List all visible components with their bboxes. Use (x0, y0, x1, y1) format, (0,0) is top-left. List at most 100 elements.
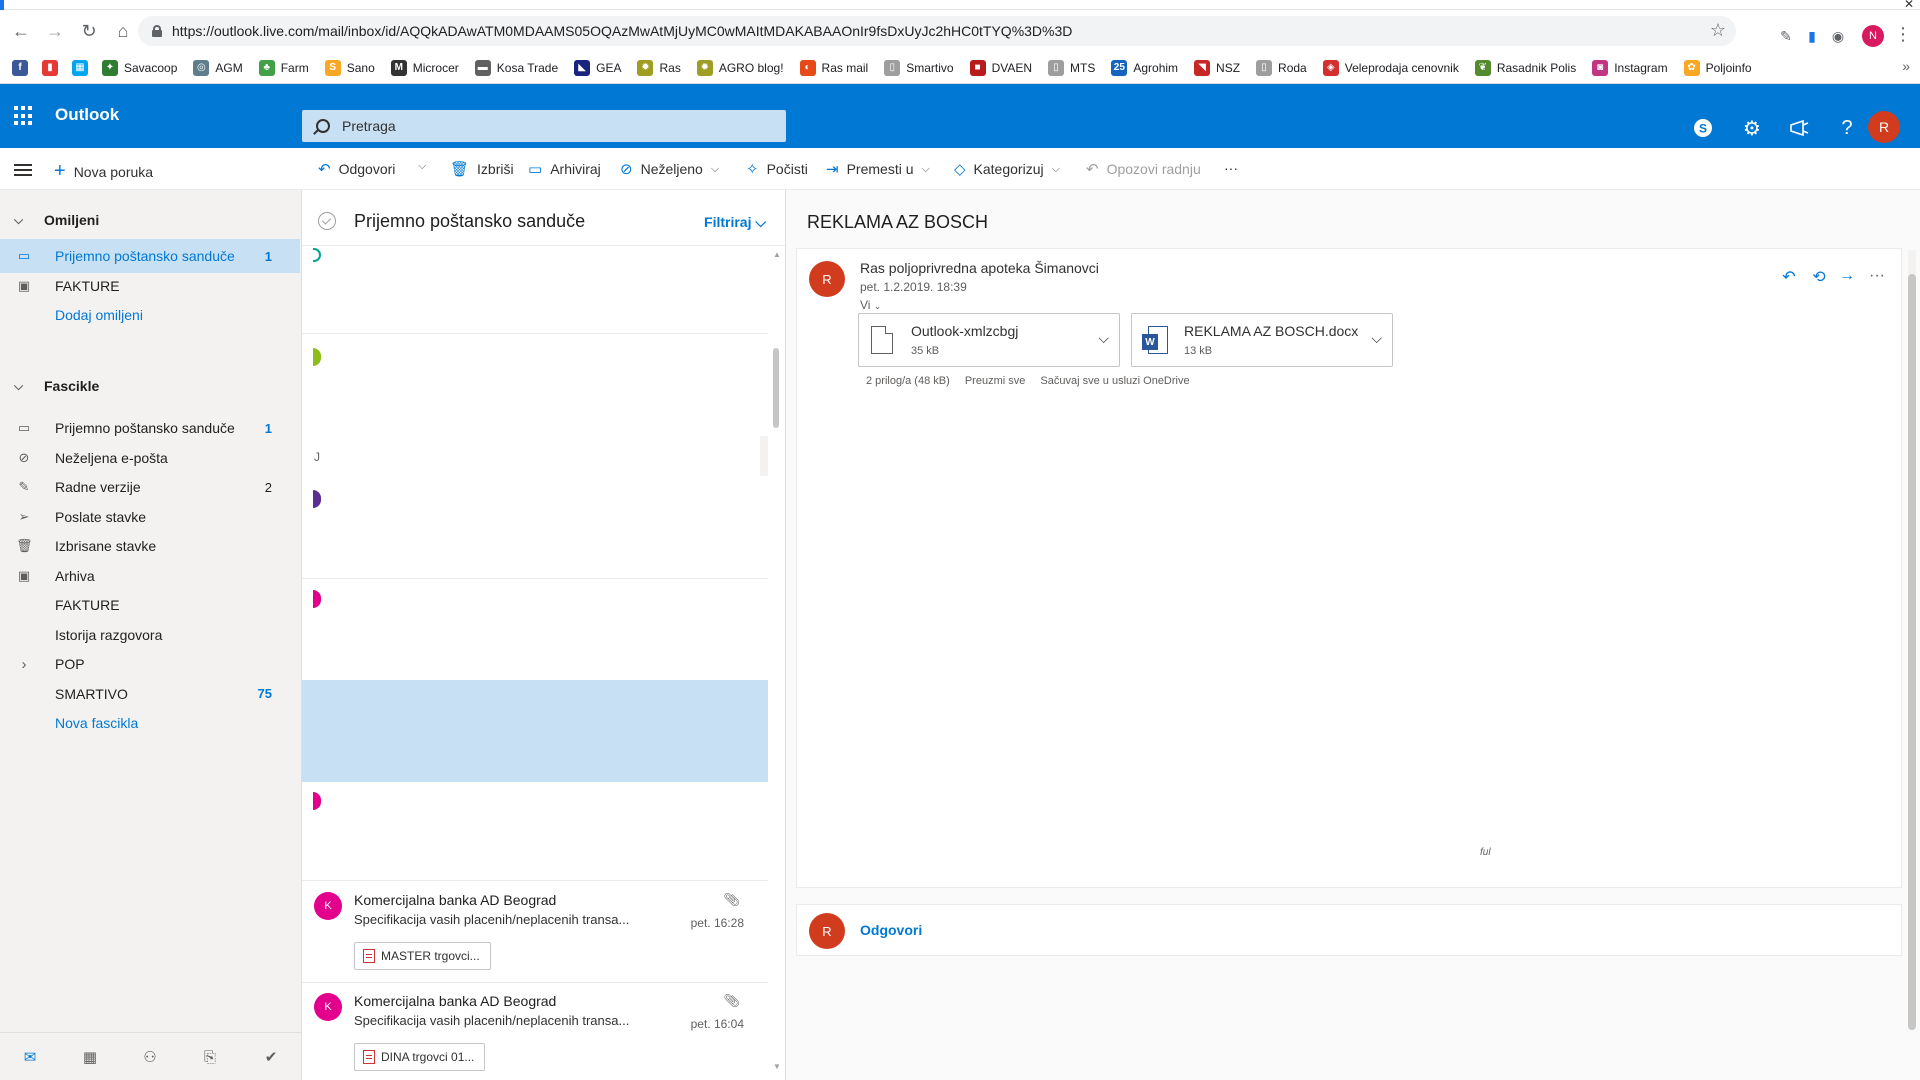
bookmark-item[interactable]: ♣ Farm (258, 59, 309, 76)
menu-hamburger-icon[interactable] (14, 164, 32, 176)
sweep-button[interactable]: ✧ Počisti (746, 160, 808, 178)
message-row[interactable]: K Komercijalna banka AD Beograd 📎︎ Specifik… (302, 983, 768, 1080)
bookmark-item[interactable]: ✿ Poljoinfo (1683, 59, 1752, 76)
search-box[interactable]: Pretraga (302, 110, 786, 142)
reply-icon[interactable]: ↶ (1779, 267, 1799, 287)
bookmark-item[interactable]: M Microcer (390, 59, 459, 76)
nav-folder-item[interactable]: ▣ Arhiva (0, 561, 300, 591)
list-scrollbar-thumb[interactable] (773, 348, 779, 428)
selected-message-row[interactable] (302, 680, 768, 782)
attachment-chip[interactable]: MASTER trgovci... (354, 942, 491, 970)
sender-name[interactable]: Ras poljoprivredna apoteka Šimanovci (860, 260, 1099, 276)
nav-folder-item[interactable]: ▭ Prijemno poštansko sanduče 1 (0, 413, 300, 443)
forward-icon[interactable]: → (42, 18, 68, 44)
attachment-icon[interactable]: ⎘ (200, 1047, 220, 1067)
nav-folder-item[interactable]: FAKTURE (0, 590, 300, 620)
reading-scrollbar-thumb[interactable] (1908, 274, 1916, 1030)
more-bookmarks-icon[interactable]: » (1902, 58, 1910, 74)
bookmark-item[interactable]: f (12, 59, 34, 76)
quick-reply-card[interactable]: R Odgovori (796, 904, 1902, 956)
select-all-checkbox[interactable] (318, 212, 336, 230)
forward-icon[interactable]: → (1837, 267, 1857, 285)
calendar-icon[interactable]: ▦ (80, 1047, 100, 1067)
bookmark-item[interactable]: ✹ Ras (637, 59, 681, 76)
settings-gear-icon[interactable]: ⚙ (1738, 114, 1766, 142)
browser-profile-avatar[interactable]: N (1862, 25, 1884, 47)
nav-folder-item[interactable]: SMARTIVO 75 (0, 679, 300, 709)
attachment-chip[interactable]: DINA trgovci 01... (354, 1043, 486, 1071)
archive-button[interactable]: ▭ Arhiviraj (528, 160, 601, 178)
message-row[interactable]: K Komercijalna banka AD Beograd 📎︎ Specifik… (302, 882, 768, 982)
eyedropper-extension-icon[interactable]: ✎ (1776, 26, 1796, 46)
bookmark-item[interactable]: ✦ Savacoop (102, 59, 177, 76)
bookmark-item[interactable]: 25 Agrohim (1111, 59, 1178, 76)
nav-folder-item[interactable]: Nova fascikla (0, 708, 300, 738)
skype-icon[interactable]: S (1689, 114, 1717, 142)
nav-folder-item[interactable]: ⊘ Neželjena e-pošta (0, 443, 300, 473)
bookmark-item[interactable]: ▯ Roda (1256, 59, 1307, 76)
undo-button[interactable]: ↶ Opozovi radnju (1086, 160, 1201, 178)
sender-avatar[interactable]: R (809, 261, 845, 297)
bookmark-star-icon[interactable]: ☆ (1710, 20, 1726, 41)
bookmark-item[interactable]: ▦ (72, 59, 94, 76)
filter-button[interactable]: Filtriraj ⌵ (704, 214, 766, 231)
bookmark-item[interactable]: ▯ MTS (1048, 59, 1095, 76)
bookmark-item[interactable]: ▮ (42, 59, 64, 76)
chevron-down-icon[interactable]: ⌵ (1371, 330, 1382, 347)
browser-menu-icon[interactable]: ⋮ (1894, 24, 1912, 45)
home-icon[interactable]: ⌂ (110, 18, 136, 44)
move-to-button[interactable]: ⇥ Premesti u ⌵ (826, 160, 930, 178)
bookmark-item[interactable]: ◈ Veleprodaja cenovnik (1322, 59, 1459, 76)
favorites-header[interactable]: ⌵ Omiljeni (14, 212, 99, 228)
download-all-link[interactable]: Preuzmi sve (965, 375, 1026, 387)
nav-folder-item[interactable]: › POP (0, 649, 300, 679)
bookmark-extension-icon[interactable]: ▮ (1802, 26, 1822, 46)
bookmark-item[interactable]: ▬ Kosa Trade (474, 59, 558, 76)
address-bar[interactable]: https://outlook.live.com/mail/inbox/id/A… (138, 16, 1736, 46)
scroll-up-icon[interactable]: ▲ (773, 250, 781, 259)
attachment-card[interactable]: W REKLAMA AZ BOSCH.docx 13 kB ⌵ (1131, 313, 1393, 367)
bookmark-item[interactable]: ❦ Rasadnik Polis (1474, 59, 1576, 76)
bookmark-item[interactable]: S Sano (324, 59, 375, 76)
folders-header[interactable]: ⌵ Fascikle (14, 378, 99, 394)
reload-icon[interactable]: ↻ (76, 18, 102, 44)
save-onedrive-link[interactable]: Sačuvaj sve u usluzi OneDrive (1040, 375, 1189, 387)
nav-folder-item[interactable]: Istorija razgovora (0, 620, 300, 650)
nav-folder-item[interactable]: Dodaj omiljeni (0, 298, 300, 332)
bookmark-item[interactable]: ◎ AGM (193, 59, 243, 76)
more-actions-icon[interactable]: ··· (1867, 267, 1887, 285)
user-avatar[interactable]: R (1868, 111, 1900, 143)
more-commands-button[interactable]: ··· (1224, 160, 1238, 176)
reply-all-icon[interactable]: ⟲ (1809, 267, 1829, 287)
junk-button[interactable]: ⊘ Neželjeno ⌵ (620, 160, 719, 178)
chevron-right-icon[interactable]: › (16, 656, 32, 673)
app-name[interactable]: Outlook (55, 105, 119, 125)
scroll-down-icon[interactable]: ▼ (773, 1062, 781, 1071)
nav-folder-item[interactable]: 🗑 Izbrisane stavke (0, 531, 300, 561)
back-icon[interactable]: ← (8, 18, 34, 44)
nav-folder-item[interactable]: ✎ Radne verzije 2 (0, 472, 300, 502)
bookmark-item[interactable]: ◐ Ras mail (799, 59, 868, 76)
people-icon[interactable]: ⚇ (140, 1047, 160, 1067)
chevron-down-icon[interactable]: ⌵ (1098, 330, 1109, 347)
attachment-card[interactable]: Outlook-xmlzcbgj 35 kB ⌵ (858, 313, 1120, 367)
help-icon[interactable]: ? (1833, 114, 1861, 142)
new-message-button[interactable]: + Nova poruka (54, 160, 153, 183)
recipients[interactable]: Vi ⌄ (860, 298, 881, 312)
reply-link[interactable]: Odgovori (860, 922, 922, 938)
nav-folder-item[interactable]: ➢ Poslate stavke (0, 502, 300, 532)
bookmark-item[interactable]: ◥ NSZ (1194, 59, 1240, 76)
bookmark-item[interactable]: ◙ Instagram (1592, 59, 1668, 76)
reply-dropdown-button[interactable]: ⌵ (418, 160, 426, 173)
bookmark-item[interactable]: ✹ AGRO blog! (696, 59, 784, 76)
bookmark-item[interactable]: ■ DVAEN (969, 59, 1032, 76)
app-launcher-icon[interactable] (14, 106, 34, 126)
bookmark-item[interactable]: ◣ GEA (574, 59, 621, 76)
mail-icon[interactable]: ✉ (20, 1047, 40, 1067)
eye-extension-icon[interactable]: ◉ (1828, 26, 1848, 46)
todo-check-icon[interactable]: ✔ (261, 1047, 281, 1067)
bookmark-item[interactable]: ▯ Smartivo (884, 59, 954, 76)
megaphone-icon[interactable] (1786, 114, 1814, 142)
delete-button[interactable]: 🗑 Izbriši (450, 160, 514, 178)
categorize-button[interactable]: ◇ Kategorizuj ⌵ (954, 160, 1060, 178)
